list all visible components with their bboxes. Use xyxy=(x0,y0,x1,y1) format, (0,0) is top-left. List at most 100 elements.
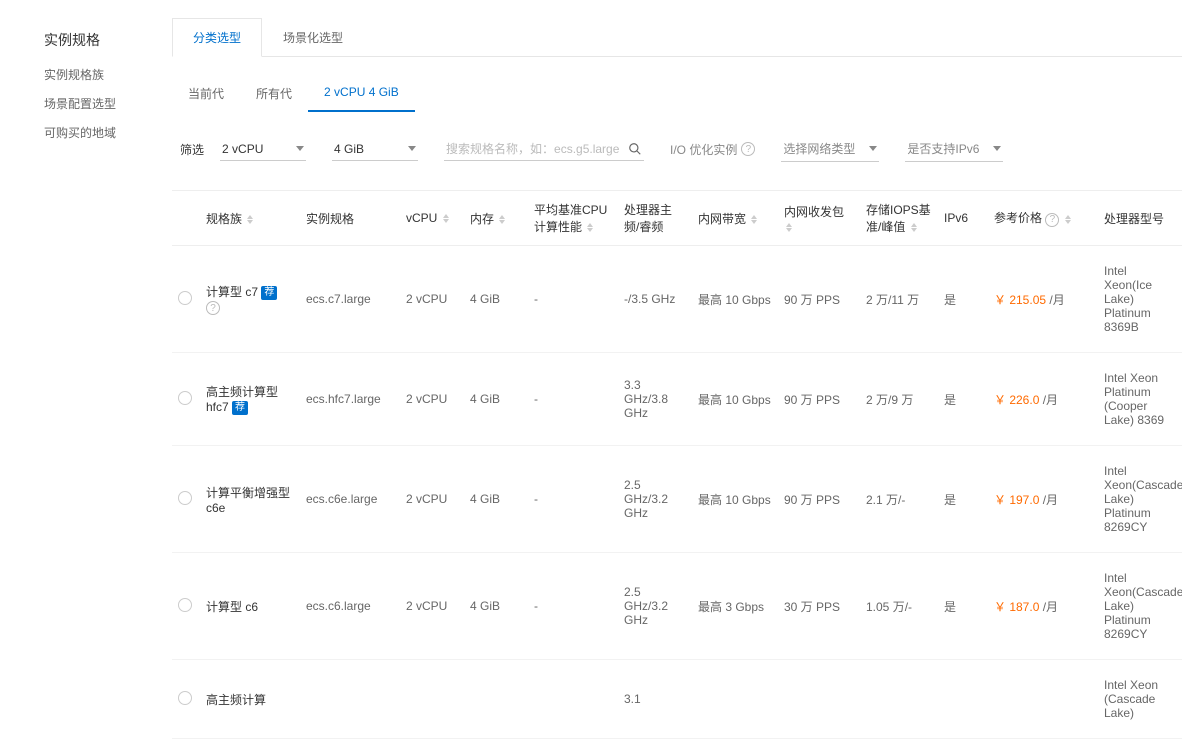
tab-outer[interactable]: 分类选型 xyxy=(172,18,262,57)
cell-iops: 2 万/9 万 xyxy=(860,353,938,446)
filter-vcpu-select[interactable]: 2 vCPU xyxy=(220,138,306,161)
search-input-wrap xyxy=(444,138,644,161)
help-icon[interactable]: ? xyxy=(1045,213,1059,227)
search-icon[interactable] xyxy=(628,142,642,156)
cell-iops: 2 万/11 万 xyxy=(860,246,938,353)
tabs-inner: 当前代所有代2 vCPU 4 GiB xyxy=(172,77,1182,112)
sidebar-item[interactable]: 实例规格族 xyxy=(44,66,172,83)
sort-icon xyxy=(911,223,917,232)
cell-freq: 2.5 GHz/3.2 GHz xyxy=(618,553,692,660)
cell-pps: 90 万 PPS xyxy=(778,353,860,446)
col-iops[interactable]: 存储IOPS基准/峰值 xyxy=(860,191,938,246)
cell-price: ￥ 187.0 /月 xyxy=(988,553,1098,660)
cell-spec: ecs.c6.large xyxy=(300,553,400,660)
sort-icon xyxy=(247,215,253,224)
col-freq: 处理器主频/睿频 xyxy=(618,191,692,246)
filter-label: 筛选 xyxy=(180,141,204,158)
col-ipv6: IPv6 xyxy=(938,191,988,246)
search-input[interactable] xyxy=(446,142,628,156)
cell-mem: 4 GiB xyxy=(464,246,528,353)
sort-icon xyxy=(751,215,757,224)
table-row[interactable]: 高主频计算型 hfc7 荐ecs.hfc7.large2 vCPU4 GiB-3… xyxy=(172,353,1182,446)
radio-select[interactable] xyxy=(178,291,192,305)
cell-freq: 3.3 GHz/3.8 GHz xyxy=(618,353,692,446)
cell-cpu: Intel Xeon (Cascade Lake) xyxy=(1098,660,1182,739)
cell-mem: 4 GiB xyxy=(464,446,528,553)
col-mem[interactable]: 内存 xyxy=(464,191,528,246)
radio-select[interactable] xyxy=(178,491,192,505)
col-bw[interactable]: 内网带宽 xyxy=(692,191,778,246)
tab-outer[interactable]: 场景化选型 xyxy=(262,18,364,56)
cell-spec xyxy=(300,660,400,739)
tab-inner[interactable]: 2 vCPU 4 GiB xyxy=(308,77,415,112)
table-row[interactable]: 计算平衡增强型 c6eecs.c6e.large2 vCPU4 GiB-2.5 … xyxy=(172,446,1182,553)
cell-family: 高主频计算 xyxy=(200,660,300,739)
filter-ipv6-value: 是否支持IPv6 xyxy=(907,140,979,157)
cell-freq: -/3.5 GHz xyxy=(618,246,692,353)
caret-down-icon xyxy=(993,146,1001,151)
cell-pps: 90 万 PPS xyxy=(778,246,860,353)
sort-icon xyxy=(587,223,593,232)
filter-mem-select[interactable]: 4 GiB xyxy=(332,138,418,161)
cell-freq: 2.5 GHz/3.2 GHz xyxy=(618,446,692,553)
cell-bw xyxy=(692,660,778,739)
cell-ipv6: 是 xyxy=(938,553,988,660)
cell-iops xyxy=(860,660,938,739)
cell-spec: ecs.c7.large xyxy=(300,246,400,353)
sidebar: 实例规格 实例规格族场景配置选型可购买的地域 xyxy=(0,0,172,739)
filter-mem-value: 4 GiB xyxy=(334,142,364,156)
tab-inner[interactable]: 当前代 xyxy=(172,77,240,112)
main: 分类选型场景化选型 当前代所有代2 vCPU 4 GiB 筛选 2 vCPU 4… xyxy=(172,0,1182,739)
sidebar-item[interactable]: 可购买的地域 xyxy=(44,124,172,141)
cell-cpu: Intel Xeon(Cascade Lake) Platinum 8269CY xyxy=(1098,446,1182,553)
table-row[interactable]: 高主频计算 3.1 Intel Xeon (Cascade Lake) xyxy=(172,660,1182,739)
cell-bw: 最高 10 Gbps xyxy=(692,246,778,353)
col-family[interactable]: 规格族 xyxy=(200,191,300,246)
cell-mem: 4 GiB xyxy=(464,353,528,446)
sort-icon xyxy=(1065,215,1071,224)
table-row[interactable]: 计算型 c6ecs.c6.large2 vCPU4 GiB-2.5 GHz/3.… xyxy=(172,553,1182,660)
cell-ipv6: 是 xyxy=(938,246,988,353)
caret-down-icon xyxy=(296,146,304,151)
cell-bw: 最高 3 Gbps xyxy=(692,553,778,660)
cell-base xyxy=(528,660,618,739)
cell-vcpu: 2 vCPU xyxy=(400,353,464,446)
cell-pps: 90 万 PPS xyxy=(778,446,860,553)
recommend-badge: 荐 xyxy=(232,401,248,415)
cell-vcpu: 2 vCPU xyxy=(400,553,464,660)
help-icon[interactable]: ? xyxy=(741,142,755,156)
cell-base: - xyxy=(528,446,618,553)
cell-pps: 30 万 PPS xyxy=(778,553,860,660)
sidebar-item[interactable]: 场景配置选型 xyxy=(44,95,172,112)
filter-nettype-select[interactable]: 选择网络类型 xyxy=(781,136,879,162)
tab-inner[interactable]: 所有代 xyxy=(240,77,308,112)
filter-io-opt: I/O 优化实例 ? xyxy=(670,141,755,158)
cell-vcpu xyxy=(400,660,464,739)
filter-nettype-value: 选择网络类型 xyxy=(783,140,855,157)
col-vcpu[interactable]: vCPU xyxy=(400,191,464,246)
cell-mem: 4 GiB xyxy=(464,553,528,660)
cell-vcpu: 2 vCPU xyxy=(400,446,464,553)
cell-price: ￥ 226.0 /月 xyxy=(988,353,1098,446)
cell-bw: 最高 10 Gbps xyxy=(692,446,778,553)
radio-select[interactable] xyxy=(178,598,192,612)
col-pps[interactable]: 内网收发包 xyxy=(778,191,860,246)
table-row[interactable]: 计算型 c7 荐 ?ecs.c7.large2 vCPU4 GiB--/3.5 … xyxy=(172,246,1182,353)
filter-ipv6-select[interactable]: 是否支持IPv6 xyxy=(905,136,1003,162)
radio-select[interactable] xyxy=(178,691,192,705)
cell-pps xyxy=(778,660,860,739)
sidebar-title: 实例规格 xyxy=(44,30,172,50)
cell-ipv6: 是 xyxy=(938,353,988,446)
cell-freq: 3.1 xyxy=(618,660,692,739)
sort-icon xyxy=(443,214,449,223)
instance-table: 规格族 实例规格 vCPU 内存 平均基准CPU计算性能 处理器主频/睿频 内网… xyxy=(172,190,1182,739)
col-price[interactable]: 参考价格 ? xyxy=(988,191,1098,246)
col-spec: 实例规格 xyxy=(300,191,400,246)
radio-select[interactable] xyxy=(178,391,192,405)
col-base[interactable]: 平均基准CPU计算性能 xyxy=(528,191,618,246)
help-icon[interactable]: ? xyxy=(206,301,220,315)
caret-down-icon xyxy=(408,146,416,151)
cell-ipv6 xyxy=(938,660,988,739)
cell-base: - xyxy=(528,246,618,353)
table-header-row: 规格族 实例规格 vCPU 内存 平均基准CPU计算性能 处理器主频/睿频 内网… xyxy=(172,191,1182,246)
